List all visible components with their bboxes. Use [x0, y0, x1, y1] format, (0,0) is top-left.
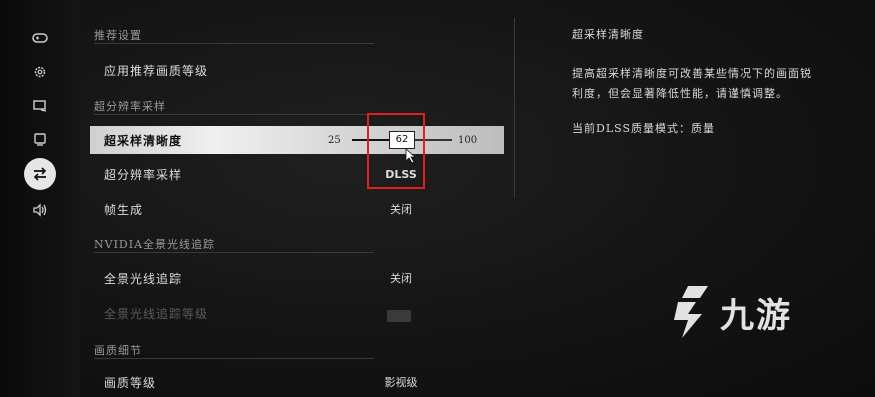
quality-level-value[interactable]: 影视级 [368, 374, 434, 390]
graphics-settings-icon[interactable] [24, 158, 56, 190]
apply-recommended-row[interactable]: 应用推荐画质等级 [90, 55, 504, 85]
quality-level-row[interactable]: 画质等级 影视级 [90, 367, 504, 397]
audio-icon[interactable] [24, 194, 56, 226]
sidebar [0, 0, 80, 397]
section-divider [94, 114, 374, 115]
frame-gen-label: 帧生成 [104, 202, 144, 217]
description-title: 超采样清晰度 [572, 28, 644, 41]
section-raytracing-heading: NVIDIA全景光线追踪 [94, 238, 216, 251]
slider-max-label: 100 [458, 134, 478, 146]
raytracing-level-row: 全景光线追踪等级 [90, 298, 504, 328]
dlss-mode-text: 当前DLSS质量模式：质量 [572, 122, 716, 135]
quality-level-label: 画质等级 [104, 375, 157, 390]
section-divider [94, 252, 374, 253]
raytracing-level-disabled-control [387, 310, 411, 322]
monitor-icon[interactable] [24, 124, 56, 156]
section-recommended-heading: 推荐设置 [94, 29, 142, 42]
watermark: 九游 [668, 284, 792, 340]
super-sampling-label: 超分辨率采样 [104, 167, 183, 182]
raytracing-label: 全景光线追踪 [104, 271, 183, 286]
frame-gen-row[interactable]: 帧生成 关闭 [90, 194, 504, 224]
sharpness-label: 超采样清晰度 [104, 133, 183, 148]
section-divider [94, 358, 374, 359]
section-quality-heading: 画质细节 [94, 344, 142, 357]
raytracing-value[interactable]: 关闭 [368, 270, 434, 286]
super-sampling-row[interactable]: 超分辨率采样 DLSS [90, 159, 504, 189]
display-icon[interactable] [24, 90, 56, 122]
apply-recommended-label: 应用推荐画质等级 [104, 63, 209, 78]
nine-game-logo-icon [674, 286, 708, 338]
section-super-resolution-heading: 超分辨率采样 [94, 100, 166, 113]
watermark-text: 九游 [720, 295, 792, 336]
mouse-cursor-icon [405, 148, 417, 168]
settings-list: 推荐设置 应用推荐画质等级 超分辨率采样 超采样清晰度 25 62 100 超分… [88, 0, 508, 397]
slider-min-label: 25 [328, 134, 341, 146]
section-divider [94, 43, 374, 44]
sharpness-row[interactable]: 超采样清晰度 25 62 100 [90, 126, 504, 154]
panel-divider [514, 18, 515, 198]
raytracing-row[interactable]: 全景光线追踪 关闭 [90, 263, 504, 293]
frame-gen-value[interactable]: 关闭 [368, 201, 434, 217]
description-body: 提高超采样清晰度可改善某些情况下的画面锐利度，但会显著降低性能，请谨慎调整。 [572, 67, 812, 100]
raytracing-level-label: 全景光线追踪等级 [104, 306, 209, 321]
gamepad-icon[interactable] [24, 22, 56, 54]
gear-icon[interactable] [24, 56, 56, 88]
